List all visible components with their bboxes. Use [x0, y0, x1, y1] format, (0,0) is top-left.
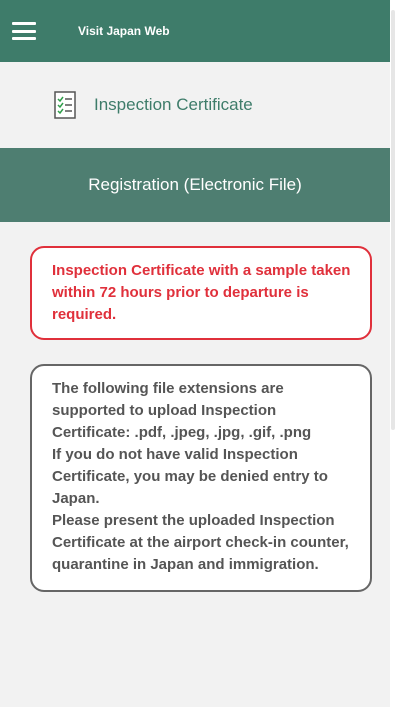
info-instruction-text: Please present the uploaded Inspection C…: [52, 512, 349, 573]
hamburger-menu-icon[interactable]: [12, 22, 36, 40]
top-bar: Visit Japan Web: [0, 0, 390, 62]
info-warning-text: If you do not have valid Inspection Cert…: [52, 446, 328, 507]
page-title: Inspection Certificate: [94, 95, 253, 114]
info-notice: The following file extensions are suppor…: [30, 364, 372, 592]
alert-notice: Inspection Certificate with a sample tak…: [30, 246, 372, 340]
app-frame: Visit Japan Web Inspection Certificate R…: [0, 0, 390, 707]
page-title-bar: Inspection Certificate: [0, 62, 390, 148]
checklist-document-icon: [54, 91, 76, 119]
section-header: Registration (Electronic File): [0, 148, 390, 222]
info-extensions-text: The following file extensions are suppor…: [52, 380, 312, 441]
scrollbar-thumb[interactable]: [391, 10, 395, 430]
scrollbar[interactable]: [390, 0, 396, 707]
brand-title: Visit Japan Web: [78, 24, 170, 38]
